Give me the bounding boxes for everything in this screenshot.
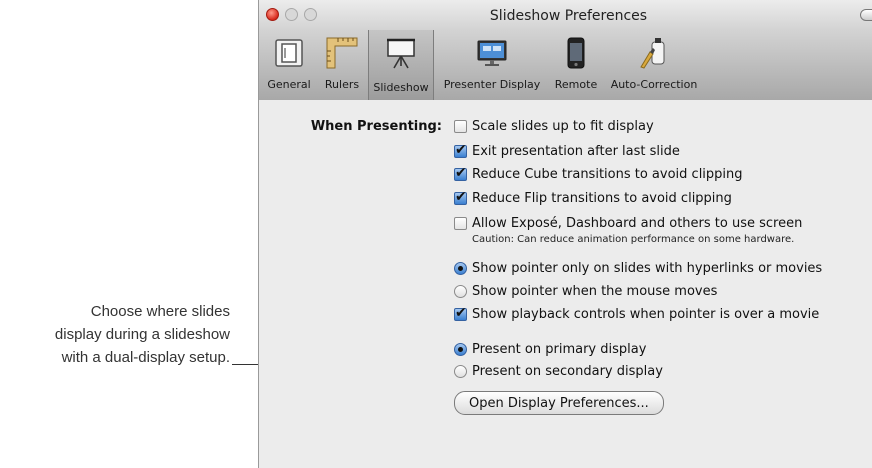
scale-slides-checkbox[interactable] — [454, 119, 467, 133]
tab-rulers[interactable]: Rulers — [319, 34, 365, 94]
option-secondary-display[interactable]: Present on secondary display — [454, 361, 663, 381]
tab-auto-correction-label: Auto-Correction — [610, 78, 698, 91]
pointer-mouse-moves-radio[interactable] — [454, 284, 467, 298]
slideshow-icon — [369, 34, 433, 72]
option-label: Allow Exposé, Dashboard and others to us… — [472, 215, 803, 231]
tab-remote[interactable]: Remote — [551, 34, 601, 94]
tab-general[interactable]: General — [261, 34, 317, 94]
option-pointer-hyperlinks[interactable]: Show pointer only on slides with hyperli… — [454, 258, 822, 278]
when-presenting-label: When Presenting: — [310, 119, 442, 134]
option-label: Show pointer when the mouse moves — [472, 283, 718, 299]
option-label: Show pointer only on slides with hyperli… — [472, 260, 823, 276]
slideshow-pane: When Presenting: Scale slides up to fit … — [259, 100, 872, 468]
option-label: Present on primary display — [472, 341, 647, 357]
window-title: Slideshow Preferences — [489, 8, 648, 24]
presenter-display-icon — [439, 34, 545, 72]
auto-correction-icon — [605, 34, 703, 72]
tab-rulers-label: Rulers — [324, 78, 360, 91]
toolbar-toggle-button[interactable] — [860, 9, 872, 21]
tab-presenter-display-label: Presenter Display — [443, 78, 541, 91]
option-scale-slides[interactable]: Scale slides up to fit display — [454, 116, 654, 136]
caution-note: Caution: Can reduce animation performanc… — [472, 234, 795, 245]
general-icon — [261, 34, 317, 72]
callout-text: Choose where slides display during a sli… — [55, 300, 230, 369]
option-reduce-cube[interactable]: Reduce Cube transitions to avoid clippin… — [454, 164, 743, 184]
option-playback-controls[interactable]: Show playback controls when pointer is o… — [454, 304, 819, 324]
rulers-icon — [319, 34, 365, 72]
option-label: Reduce Cube transitions to avoid clippin… — [472, 166, 743, 182]
pointer-hyperlinks-radio[interactable] — [454, 261, 467, 275]
reduce-flip-checkbox[interactable] — [454, 189, 467, 205]
callout-line-3: with a dual-display setup. — [61, 349, 230, 366]
playback-controls-checkbox[interactable] — [454, 305, 467, 321]
reduce-cube-checkbox[interactable] — [454, 165, 467, 181]
tab-slideshow[interactable]: Slideshow — [368, 30, 434, 100]
secondary-display-radio[interactable] — [454, 364, 467, 378]
option-primary-display[interactable]: Present on primary display — [454, 339, 646, 359]
remote-icon — [551, 34, 601, 72]
callout-line-2: display during a slideshow — [54, 326, 230, 343]
option-label: Show playback controls when pointer is o… — [472, 306, 820, 322]
option-exit-presentation[interactable]: Exit presentation after last slide — [454, 141, 680, 161]
tab-auto-correction[interactable]: Auto-Correction — [605, 34, 703, 94]
option-pointer-mouse-moves[interactable]: Show pointer when the mouse moves — [454, 281, 717, 301]
tab-slideshow-label: Slideshow — [373, 81, 429, 94]
tab-presenter-display[interactable]: Presenter Display — [439, 34, 545, 94]
option-reduce-flip[interactable]: Reduce Flip transitions to avoid clippin… — [454, 188, 732, 208]
callout-line-1: Choose where slides — [90, 303, 230, 320]
option-label: Reduce Flip transitions to avoid clippin… — [472, 190, 732, 206]
tab-remote-label: Remote — [554, 78, 598, 91]
option-allow-expose[interactable]: Allow Exposé, Dashboard and others to us… — [454, 213, 802, 233]
preferences-toolbar: General Rulers Slideshow Presenter Displ… — [259, 30, 872, 101]
primary-display-radio[interactable] — [454, 342, 467, 356]
tab-general-label: General — [267, 78, 311, 91]
allow-expose-checkbox[interactable] — [454, 216, 467, 230]
preferences-window: Slideshow Preferences General Rulers Sli… — [258, 0, 872, 468]
option-label: Present on secondary display — [472, 363, 663, 379]
open-display-preferences-button[interactable]: Open Display Preferences... — [454, 391, 664, 415]
option-label: Scale slides up to fit display — [472, 118, 654, 134]
exit-presentation-checkbox[interactable] — [454, 142, 467, 158]
title-bar: Slideshow Preferences — [259, 0, 872, 30]
option-label: Exit presentation after last slide — [472, 143, 680, 159]
